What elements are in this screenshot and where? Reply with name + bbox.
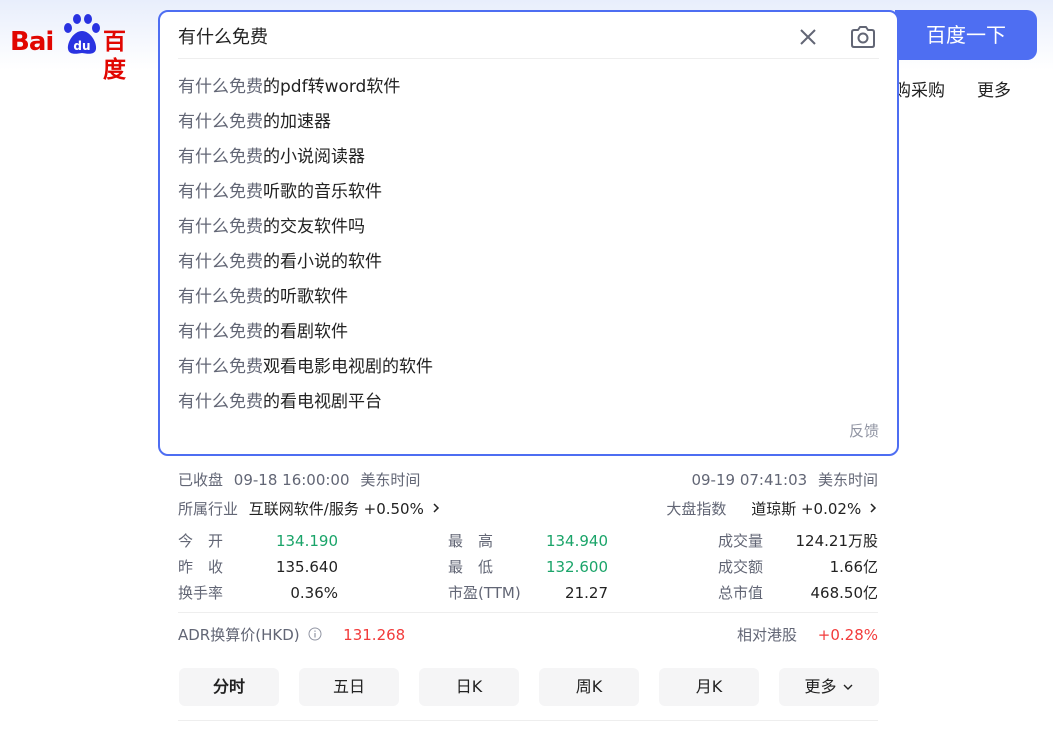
stat-pe-label: 市盈(TTM) — [448, 584, 521, 602]
paw-logo-icon: du — [64, 14, 100, 54]
hk-relative-value: +0.28% — [817, 626, 878, 644]
premarket-timezone: 美东时间 — [817, 471, 878, 489]
camera-icon[interactable] — [849, 24, 877, 50]
market-index-value: 道琼斯 +0.02% — [751, 500, 862, 518]
suggestion-suffix: 的加速器 — [263, 112, 331, 132]
suggestion-prefix: 有什么免费 — [178, 182, 263, 202]
suggestion-prefix: 有什么免费 — [178, 287, 263, 307]
stat-high-value: 134.940 — [545, 532, 608, 550]
close-timezone: 美东时间 — [360, 471, 421, 489]
stat-pe-value: 21.27 — [565, 584, 608, 602]
suggestion-item[interactable]: 有什么免费听歌的音乐软件 — [160, 175, 897, 210]
nav-item-procurement[interactable]: 购采购 — [895, 76, 945, 101]
chevron-right-icon — [870, 503, 877, 513]
suggestion-item[interactable]: 有什么免费观看电影电视剧的软件 — [160, 350, 897, 385]
suggestion-prefix: 有什么免费 — [178, 77, 263, 97]
baidu-logo[interactable]: Bai du 百度 — [10, 14, 140, 83]
tab-weekly-k[interactable]: 周K — [539, 668, 639, 706]
premarket-time: 09-19 07:41:03 — [691, 471, 808, 489]
stat-prev-close-value: 135.640 — [275, 558, 338, 576]
chevron-down-icon — [843, 684, 853, 690]
stat-market-cap-label: 总市值 — [718, 584, 764, 602]
hk-relative-label: 相对港股 — [736, 626, 797, 644]
close-time: 09-18 16:00:00 — [233, 471, 350, 489]
suggestion-suffix: 的看电视剧平台 — [263, 392, 382, 412]
tab-more[interactable]: 更多 — [779, 668, 879, 706]
chart-top-divider — [178, 720, 878, 721]
tab-intraday[interactable]: 分时 — [179, 668, 279, 706]
stat-volume-label: 成交量 — [718, 532, 764, 550]
suggestion-prefix: 有什么免费 — [178, 252, 263, 272]
search-box[interactable]: 有什么免费 有什么免费的pdf转word软件 有什么免费的加速器 有什么免费的小… — [158, 10, 899, 456]
stat-prev-close-label: 昨 收 — [178, 558, 224, 576]
suggestion-list: 有什么免费的pdf转word软件 有什么免费的加速器 有什么免费的小说阅读器 有… — [160, 70, 897, 420]
stat-turnover-label: 换手率 — [178, 584, 224, 602]
nav-more-link[interactable]: 更多 — [977, 76, 1011, 101]
suggestion-suffix: 听歌的音乐软件 — [263, 182, 382, 202]
suggestion-prefix: 有什么免费 — [178, 322, 263, 342]
stat-volume-value: 124.21万股 — [795, 532, 879, 550]
adr-row: ADR换算价(HKD) 131.268 — [178, 625, 405, 645]
clear-icon[interactable] — [796, 25, 820, 49]
suggestion-suffix: 的看剧软件 — [263, 322, 348, 342]
stat-amount-value: 1.66亿 — [829, 558, 878, 576]
suggestion-suffix: 观看电影电视剧的软件 — [263, 357, 433, 377]
stat-amount-label: 成交额 — [718, 558, 764, 576]
search-input[interactable]: 有什么免费 — [178, 25, 268, 51]
suggestion-item[interactable]: 有什么免费的听歌软件 — [160, 280, 897, 315]
suggestion-suffix: 的听歌软件 — [263, 287, 348, 307]
adr-label: ADR换算价(HKD) — [178, 626, 300, 644]
suggestion-item[interactable]: 有什么免费的加速器 — [160, 105, 897, 140]
suggestion-prefix: 有什么免费 — [178, 112, 263, 132]
adr-value: 131.268 — [343, 626, 406, 644]
suggestion-item[interactable]: 有什么免费的小说阅读器 — [160, 140, 897, 175]
logo-text-du: du — [73, 39, 90, 53]
chevron-right-icon — [433, 503, 439, 513]
stat-low-value: 132.600 — [545, 558, 608, 576]
industry-link[interactable]: 所属行业 互联网软件/服务 +0.50% — [178, 499, 441, 519]
tab-five-day[interactable]: 五日 — [299, 668, 399, 706]
close-status: 已收盘 — [178, 471, 224, 489]
tab-daily-k[interactable]: 日K — [419, 668, 519, 706]
suggestion-prefix: 有什么免费 — [178, 147, 263, 167]
suggestion-prefix: 有什么免费 — [178, 217, 263, 237]
suggestion-suffix: 的小说阅读器 — [263, 147, 365, 167]
stat-high-label: 最 高 — [448, 532, 494, 550]
stat-open-value: 134.190 — [275, 532, 338, 550]
suggestion-suffix: 的看小说的软件 — [263, 252, 382, 272]
market-index-link[interactable]: 大盘指数 道琼斯 +0.02% — [666, 499, 878, 519]
suggestion-item[interactable]: 有什么免费的看小说的软件 — [160, 245, 897, 280]
suggestion-item[interactable]: 有什么免费的看剧软件 — [160, 315, 897, 350]
market-index-label: 大盘指数 — [666, 500, 727, 518]
logo-text-latin: Bai — [10, 27, 54, 57]
tab-monthly-k[interactable]: 月K — [659, 668, 759, 706]
stat-turnover-value: 0.36% — [290, 584, 338, 602]
logo-text-cn: 百度 — [103, 29, 126, 83]
hk-relative-row: 相对港股 +0.28% — [737, 625, 878, 645]
search-button[interactable]: 百度一下 — [895, 10, 1037, 60]
stat-market-cap-value: 468.50亿 — [810, 584, 879, 602]
suggestion-prefix: 有什么免费 — [178, 392, 263, 412]
info-icon[interactable] — [308, 627, 322, 641]
premarket-time-row: 09-19 07:41:03 美东时间 — [691, 470, 878, 490]
close-status-row: 已收盘 09-18 16:00:00 美东时间 — [178, 470, 420, 490]
search-divider — [178, 58, 879, 59]
stat-low-label: 最 低 — [448, 558, 494, 576]
stats-divider — [178, 612, 878, 613]
industry-value: 互联网软件/服务 +0.50% — [248, 500, 424, 518]
suggestion-suffix: 的pdf转word软件 — [263, 77, 401, 97]
suggestion-suffix: 的交友软件吗 — [263, 217, 365, 237]
industry-label: 所属行业 — [178, 500, 239, 518]
suggestion-prefix: 有什么免费 — [178, 357, 263, 377]
tab-more-label: 更多 — [804, 677, 837, 696]
suggestion-item[interactable]: 有什么免费的交友软件吗 — [160, 210, 897, 245]
suggestion-item[interactable]: 有什么免费的看电视剧平台 — [160, 385, 897, 420]
stat-open-label: 今 开 — [178, 532, 224, 550]
feedback-link[interactable]: 反馈 — [849, 420, 879, 441]
suggestion-item[interactable]: 有什么免费的pdf转word软件 — [160, 70, 897, 105]
